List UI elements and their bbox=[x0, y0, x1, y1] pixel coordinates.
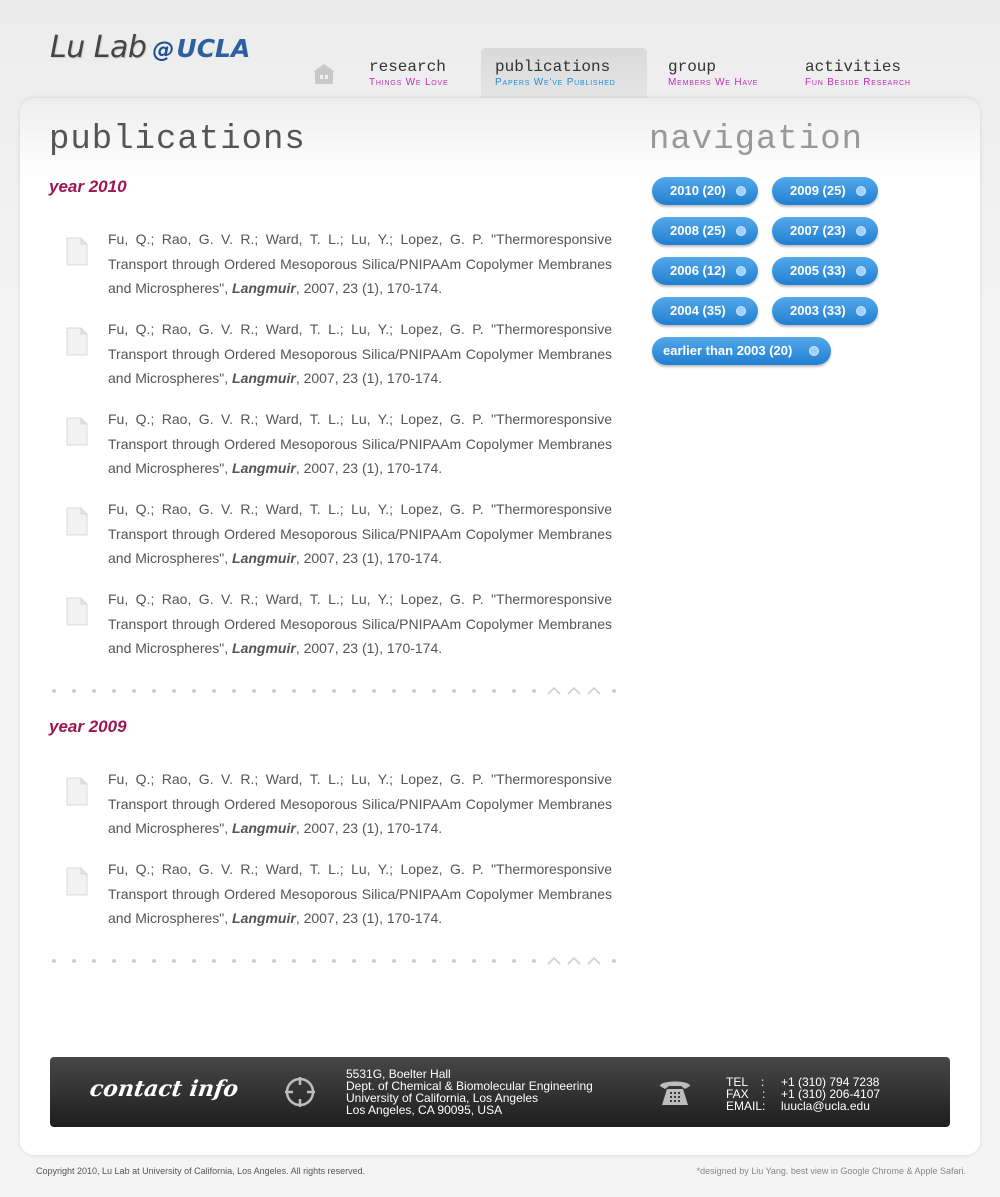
nav-tab-subtitle: Members We Have bbox=[668, 77, 759, 88]
year-button-label: 2009 (25) bbox=[790, 183, 846, 198]
bullet-icon bbox=[856, 266, 866, 276]
publication-details: , 2007, 23 (1), 170-174. bbox=[295, 550, 443, 566]
document-icon[interactable] bbox=[65, 777, 89, 807]
publication-details: , 2007, 23 (1), 170-174. bbox=[295, 820, 443, 836]
copyright-text: Copyright 2010, Lu Lab at University of … bbox=[36, 1166, 366, 1176]
nav-tab-title: activities bbox=[805, 58, 902, 76]
contact-labels: TEL : FAX : EMAIL: bbox=[726, 1076, 765, 1112]
bullet-icon bbox=[736, 186, 746, 196]
publication-details: , 2007, 23 (1), 170-174. bbox=[295, 640, 443, 656]
journal-name[interactable]: Langmuir bbox=[232, 460, 296, 476]
contact-footer: contact info 5531G, Boelter Hall Dept. o… bbox=[50, 1057, 950, 1127]
journal-name[interactable]: Langmuir bbox=[232, 640, 296, 656]
contact-title: contact info bbox=[88, 1076, 241, 1102]
year-button-label: 2004 (35) bbox=[670, 303, 726, 318]
year-button-label: 2008 (25) bbox=[670, 223, 726, 238]
publication-item: Fu, Q.; Rao, G. V. R.; Ward, T. L.; Lu, … bbox=[60, 497, 612, 572]
year-button-2010[interactable]: 2010 (20) bbox=[652, 177, 758, 205]
year-button-label: 2005 (33) bbox=[790, 263, 846, 278]
address-block: 5531G, Boelter Hall Dept. of Chemical & … bbox=[346, 1068, 593, 1116]
publication-item: Fu, Q.; Rao, G. V. R.; Ward, T. L.; Lu, … bbox=[60, 317, 612, 392]
bullet-icon bbox=[856, 226, 866, 236]
year-heading: year 2009 bbox=[49, 717, 127, 736]
contact-label: EMAIL: bbox=[726, 1099, 766, 1113]
publication-details: , 2007, 23 (1), 170-174. bbox=[295, 370, 443, 386]
nav-tab-title: research bbox=[369, 58, 446, 76]
email-link[interactable]: luucla@ucla.edu bbox=[781, 1100, 880, 1112]
section-divider bbox=[52, 686, 616, 695]
year-button-2008[interactable]: 2008 (25) bbox=[652, 217, 758, 245]
nav-tab-publications[interactable]: publications Papers We've Published bbox=[481, 48, 647, 100]
home-icon[interactable] bbox=[312, 63, 336, 85]
site-logo[interactable]: Lu Lab @ UCLA bbox=[50, 30, 250, 70]
bullet-icon bbox=[736, 306, 746, 316]
year-button-label: 2003 (33) bbox=[790, 303, 846, 318]
bullet-icon bbox=[856, 186, 866, 196]
document-icon[interactable] bbox=[65, 867, 89, 897]
nav-tab-title: publications bbox=[495, 58, 611, 76]
document-icon[interactable] bbox=[65, 327, 89, 357]
journal-name[interactable]: Langmuir bbox=[232, 820, 296, 836]
journal-name[interactable]: Langmuir bbox=[232, 370, 296, 386]
publication-details: , 2007, 23 (1), 170-174. bbox=[295, 460, 443, 476]
year-heading: year 2010 bbox=[49, 177, 127, 196]
year-button-earlier[interactable]: earlier than 2003 (20) bbox=[652, 337, 831, 365]
publication-citation: Fu, Q.; Rao, G. V. R.; Ward, T. L.; Lu, … bbox=[108, 317, 612, 391]
year-button-2007[interactable]: 2007 (23) bbox=[772, 217, 878, 245]
year-button-label: 2010 (20) bbox=[670, 183, 726, 198]
logo-org: UCLA bbox=[176, 34, 251, 63]
publication-details: , 2007, 23 (1), 170-174. bbox=[295, 910, 443, 926]
document-icon[interactable] bbox=[65, 417, 89, 447]
publication-item: Fu, Q.; Rao, G. V. R.; Ward, T. L.; Lu, … bbox=[60, 587, 612, 662]
year-button-label: 2006 (12) bbox=[670, 263, 726, 278]
bullet-icon bbox=[736, 226, 746, 236]
year-button-label: earlier than 2003 (20) bbox=[663, 343, 793, 358]
document-icon[interactable] bbox=[65, 597, 89, 627]
nav-tab-research[interactable]: research Things We Love bbox=[355, 48, 477, 100]
nav-tab-subtitle: Papers We've Published bbox=[495, 77, 616, 88]
logo-name: Lu Lab bbox=[50, 30, 147, 65]
year-button-2005[interactable]: 2005 (33) bbox=[772, 257, 878, 285]
publication-item: Fu, Q.; Rao, G. V. R.; Ward, T. L.; Lu, … bbox=[60, 407, 612, 482]
publication-citation: Fu, Q.; Rao, G. V. R.; Ward, T. L.; Lu, … bbox=[108, 227, 612, 301]
bullet-icon bbox=[736, 266, 746, 276]
designer-credit: *designed by Liu Yang. best view in Goog… bbox=[696, 1166, 966, 1176]
year-button-2009[interactable]: 2009 (25) bbox=[772, 177, 878, 205]
publication-citation: Fu, Q.; Rao, G. V. R.; Ward, T. L.; Lu, … bbox=[108, 497, 612, 571]
location-target-icon bbox=[285, 1077, 315, 1107]
journal-name[interactable]: Langmuir bbox=[232, 550, 296, 566]
journal-name[interactable]: Langmuir bbox=[232, 280, 296, 296]
publication-item: Fu, Q.; Rao, G. V. R.; Ward, T. L.; Lu, … bbox=[60, 227, 612, 302]
publication-citation: Fu, Q.; Rao, G. V. R.; Ward, T. L.; Lu, … bbox=[108, 767, 612, 841]
year-button-2004[interactable]: 2004 (35) bbox=[652, 297, 758, 325]
logo-at: @ bbox=[152, 38, 175, 63]
nav-tab-subtitle: Things We Love bbox=[369, 77, 449, 88]
sidebar-title: navigation bbox=[649, 121, 864, 159]
address-line: Los Angeles, CA 90095, USA bbox=[346, 1103, 503, 1117]
journal-name[interactable]: Langmuir bbox=[232, 910, 296, 926]
year-button-2003[interactable]: 2003 (33) bbox=[772, 297, 878, 325]
nav-tab-group[interactable]: group Members We Have bbox=[654, 48, 784, 100]
contact-values: +1 (310) 794 7238 +1 (310) 206-4107 luuc… bbox=[781, 1076, 880, 1112]
bullet-icon bbox=[809, 346, 819, 356]
publication-citation: Fu, Q.; Rao, G. V. R.; Ward, T. L.; Lu, … bbox=[108, 587, 612, 661]
publication-details: , 2007, 23 (1), 170-174. bbox=[295, 280, 443, 296]
document-icon[interactable] bbox=[65, 507, 89, 537]
publication-citation: Fu, Q.; Rao, G. V. R.; Ward, T. L.; Lu, … bbox=[108, 407, 612, 481]
section-divider bbox=[52, 956, 616, 965]
nav-tab-activities[interactable]: activities Fun Beside Research bbox=[791, 48, 941, 100]
page-title: publications bbox=[49, 121, 306, 159]
document-icon[interactable] bbox=[65, 237, 89, 267]
publication-item: Fu, Q.; Rao, G. V. R.; Ward, T. L.; Lu, … bbox=[60, 767, 612, 842]
year-button-2006[interactable]: 2006 (12) bbox=[652, 257, 758, 285]
year-button-label: 2007 (23) bbox=[790, 223, 846, 238]
bullet-icon bbox=[856, 306, 866, 316]
telephone-icon bbox=[660, 1081, 690, 1105]
publication-item: Fu, Q.; Rao, G. V. R.; Ward, T. L.; Lu, … bbox=[60, 857, 612, 932]
publication-citation: Fu, Q.; Rao, G. V. R.; Ward, T. L.; Lu, … bbox=[108, 857, 612, 931]
nav-tab-subtitle: Fun Beside Research bbox=[805, 77, 911, 88]
nav-tab-title: group bbox=[668, 58, 717, 76]
